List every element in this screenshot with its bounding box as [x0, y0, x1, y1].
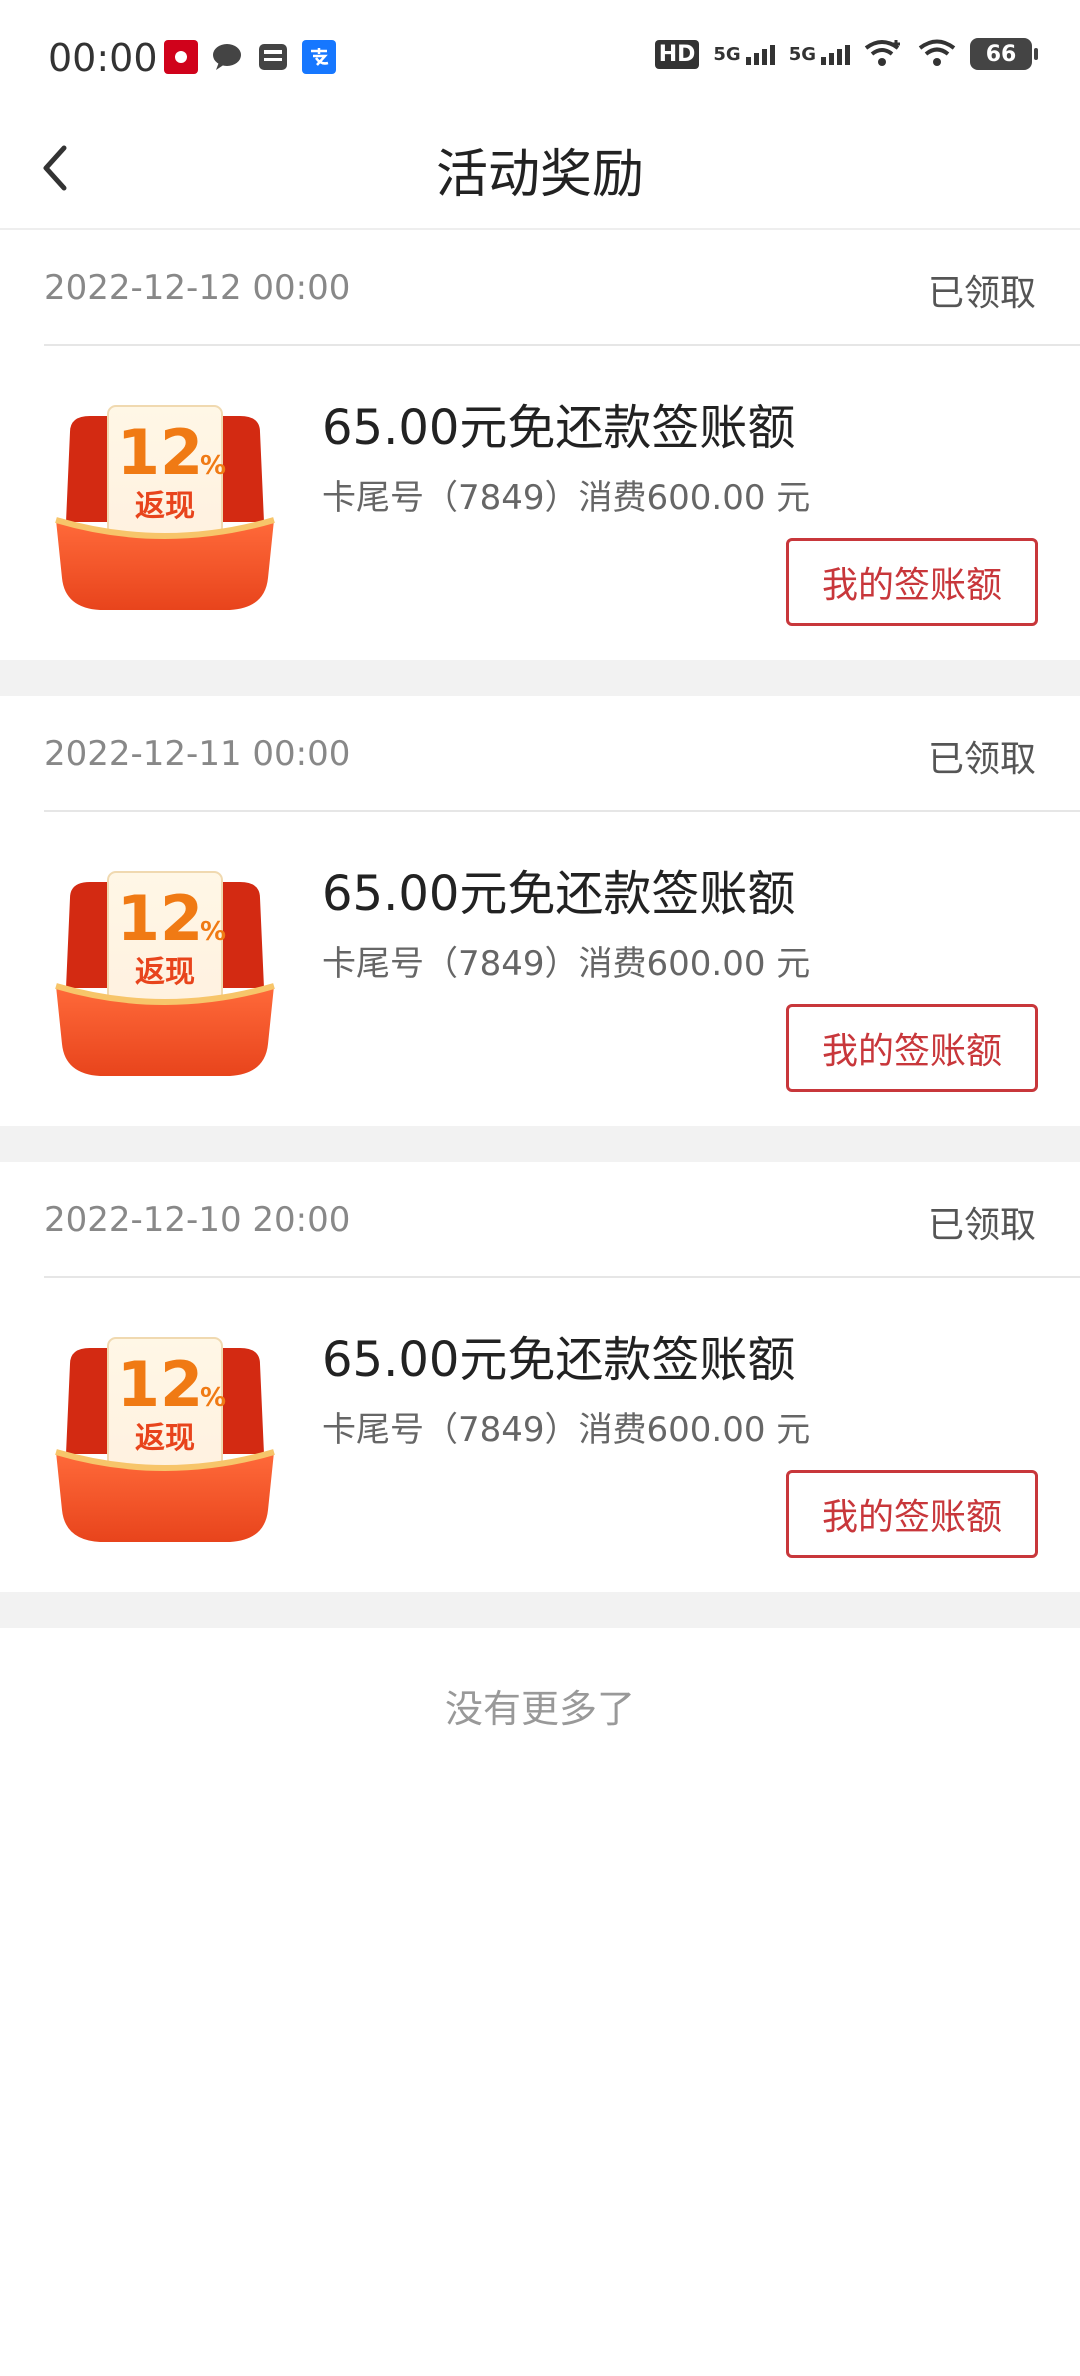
- section-gap: [0, 660, 1080, 696]
- card-divider: [44, 810, 1080, 812]
- alipay-icon: [302, 40, 336, 74]
- battery-level: 66: [985, 41, 1017, 67]
- hd-icon: HD: [654, 39, 700, 69]
- status-right-icons: HD 5G 5G 66: [654, 38, 1038, 70]
- notification-icons: [164, 40, 336, 74]
- nav-bar: 活动奖励: [0, 112, 1080, 230]
- section-gap: [0, 1126, 1080, 1162]
- reward-date: 2022-12-12 00:00: [44, 268, 351, 308]
- reward-date: 2022-12-11 00:00: [44, 734, 351, 774]
- card-divider: [44, 344, 1080, 346]
- badge-unit: %: [200, 1383, 226, 1413]
- badge-label: 返现: [135, 955, 195, 990]
- cashback-badge-icon: 12 % 返现: [55, 871, 275, 1076]
- signal-2-icon: 5G: [789, 44, 850, 65]
- reward-card: 2022-12-10 20:00 已领取 12 % 返现 65.00元免还款签账…: [0, 1162, 1080, 1592]
- status-bar: 00:00 HD 5G 5G 66: [0, 0, 1080, 112]
- card-divider: [44, 1276, 1080, 1278]
- wifi-plus-icon: [864, 40, 900, 66]
- reward-status: 已领取: [927, 1205, 1036, 1246]
- wallet-icon: [256, 40, 290, 74]
- my-credit-button[interactable]: 我的签账额: [786, 538, 1038, 626]
- reward-description: 卡尾号（7849）消费600.00 元: [322, 478, 811, 518]
- reward-amount: 65.00元免还款签账额: [322, 866, 796, 922]
- badge-unit: %: [200, 451, 226, 481]
- reward-card: 2022-12-12 00:00 已领取 12 % 返现 65.00元免还款签账…: [0, 230, 1080, 660]
- status-time: 00:00: [48, 36, 158, 80]
- no-more-text: 没有更多了: [444, 1687, 635, 1731]
- badge-unit: %: [200, 917, 226, 947]
- badge-percent: 12: [117, 882, 203, 955]
- reward-amount: 65.00元免还款签账额: [322, 400, 796, 456]
- page-title: 活动奖励: [435, 145, 644, 205]
- signal-1-icon: 5G: [713, 44, 775, 65]
- reward-date: 2022-12-10 20:00: [44, 1200, 351, 1240]
- reward-card: 2022-12-11 00:00 已领取 12 % 返现 65.00元免还款签账…: [0, 696, 1080, 1126]
- app-notification-icon: [164, 40, 198, 74]
- my-credit-button[interactable]: 我的签账额: [786, 1004, 1038, 1092]
- section-gap: [0, 1592, 1080, 1628]
- badge-percent: 12: [117, 1348, 203, 1421]
- my-credit-button[interactable]: 我的签账额: [786, 1470, 1038, 1558]
- cashback-badge-icon: 12 % 返现: [55, 1337, 275, 1542]
- reward-amount: 65.00元免还款签账额: [322, 1332, 796, 1388]
- message-icon: [210, 40, 244, 74]
- cashback-badge-icon: 12 % 返现: [55, 405, 275, 610]
- badge-label: 返现: [135, 489, 195, 524]
- reward-description: 卡尾号（7849）消费600.00 元: [322, 944, 811, 984]
- reward-description: 卡尾号（7849）消费600.00 元: [322, 1410, 811, 1450]
- badge-label: 返现: [135, 1421, 195, 1456]
- reward-status: 已领取: [927, 739, 1036, 780]
- badge-percent: 12: [117, 416, 203, 489]
- wifi-icon: [918, 39, 956, 66]
- battery-icon: 66: [970, 38, 1038, 70]
- reward-status: 已领取: [927, 273, 1036, 314]
